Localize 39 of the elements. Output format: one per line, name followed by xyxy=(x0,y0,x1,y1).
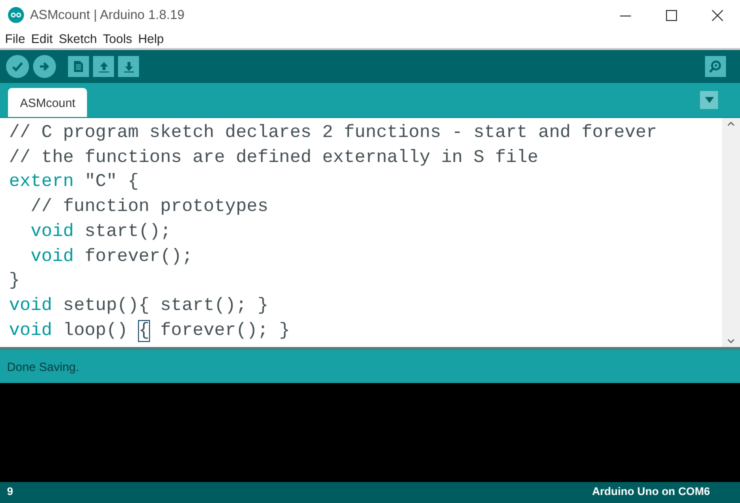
verify-button[interactable] xyxy=(6,55,29,78)
board-port-label: Arduino Uno on COM6 xyxy=(592,485,710,500)
scroll-up-icon[interactable] xyxy=(727,121,735,126)
checkmark-icon xyxy=(11,60,24,73)
scrollbar[interactable] xyxy=(722,118,740,347)
code-line: // the functions are defined externally in S file xyxy=(9,148,538,168)
code-line: void start(); xyxy=(30,222,172,242)
arrow-up-icon xyxy=(98,60,110,72)
maximize-icon xyxy=(666,10,676,20)
document-icon xyxy=(73,60,84,73)
window-title: ASMcount | Arduino 1.8.19 xyxy=(30,6,184,24)
arrow-right-icon xyxy=(38,60,51,73)
open-button[interactable] xyxy=(93,56,114,77)
new-button[interactable] xyxy=(68,56,89,77)
upload-button[interactable] xyxy=(33,55,56,78)
sketch-tab[interactable]: ASMcount xyxy=(8,88,88,117)
line-number: 9 xyxy=(7,485,14,500)
menu-item[interactable]: Tools xyxy=(102,30,132,48)
close-icon xyxy=(712,10,722,20)
arrow-down-icon xyxy=(122,60,134,72)
tab-menu-button[interactable] xyxy=(700,91,718,109)
caret-icon xyxy=(704,97,714,103)
menu-item[interactable]: Edit xyxy=(31,30,53,48)
save-button[interactable] xyxy=(118,56,139,77)
code-line: extern "C" { xyxy=(9,172,139,192)
menu-item[interactable]: Help xyxy=(138,30,164,48)
code-line: void loop() { forever(); } xyxy=(9,320,290,341)
magnifier-icon xyxy=(708,59,723,74)
code-line: // function prototypes xyxy=(30,197,268,218)
menu-item[interactable]: Sketch xyxy=(58,30,97,48)
code-line: void forever(); xyxy=(30,246,193,267)
code-line: // C program sketch declares 2 functions - start and forever xyxy=(9,123,658,143)
code-line: void setup(){ start(); } xyxy=(9,296,268,316)
code-line: } xyxy=(9,271,20,292)
scroll-down-icon[interactable] xyxy=(727,339,735,344)
menu-item[interactable]: File xyxy=(5,30,26,48)
app-logo-icon xyxy=(8,7,24,23)
status-message: Done Saving. xyxy=(7,358,80,376)
serial-monitor-button[interactable] xyxy=(705,56,726,77)
